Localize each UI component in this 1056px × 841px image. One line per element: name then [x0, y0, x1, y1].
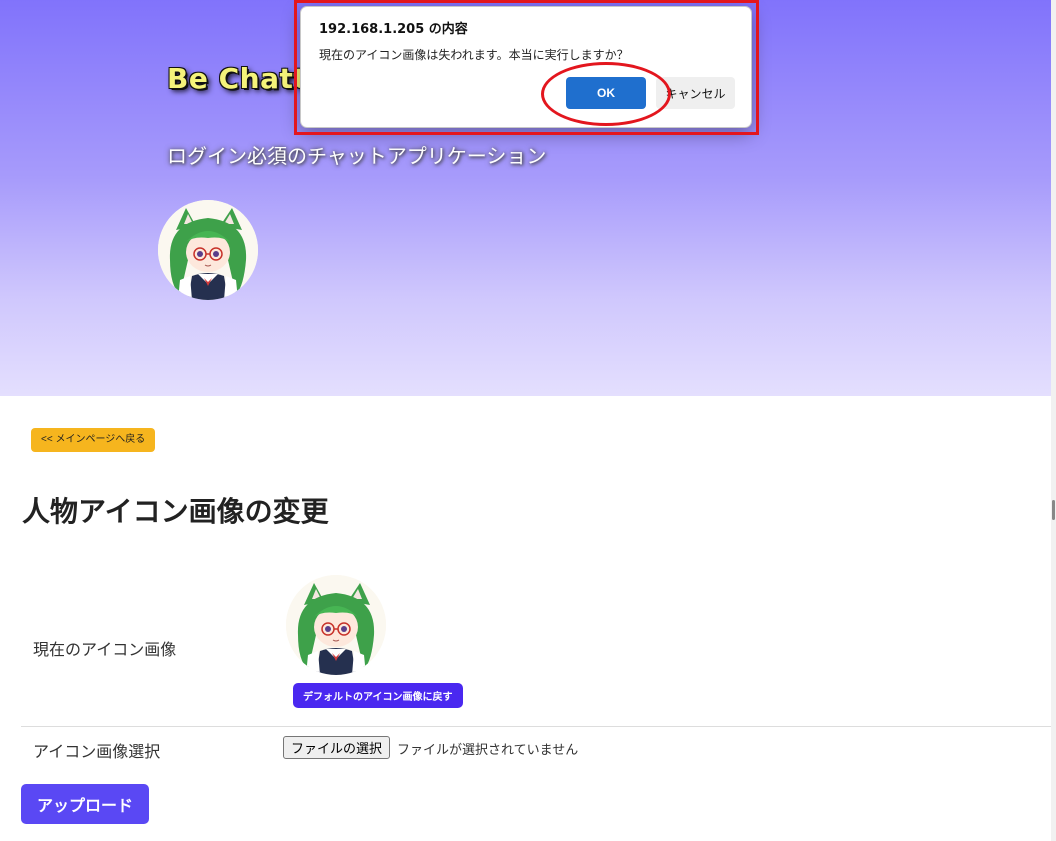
reset-default-icon-button[interactable]: デフォルトのアイコン画像に戻す — [293, 683, 463, 708]
current-avatar-icon — [286, 575, 386, 675]
header-avatar-icon — [158, 200, 258, 300]
brand-title: Be Chatt — [167, 62, 308, 95]
row-divider — [21, 726, 1051, 727]
page-title: 人物アイコン画像の変更 — [22, 495, 329, 528]
tagline: ログイン必須のチャットアプリケーション — [167, 144, 547, 168]
dialog-title: 192.168.1.205 の内容 — [319, 22, 468, 37]
page: Be Chatt ログイン必須のチャットアプリケーション << メインページへ戻… — [0, 0, 1056, 841]
anime-girl-avatar-image — [158, 200, 258, 300]
dialog-cancel-button[interactable]: キャンセル — [656, 77, 735, 109]
dialog-ok-button[interactable]: OK — [566, 77, 646, 109]
file-status-text: ファイルが選択されていません — [397, 743, 579, 758]
back-to-main-button[interactable]: << メインページへ戻る — [31, 428, 156, 452]
scrollbar-thumb[interactable] — [1052, 500, 1055, 520]
current-icon-label: 現在のアイコン画像 — [33, 640, 177, 659]
upload-button[interactable]: アップロード — [21, 784, 149, 824]
anime-girl-avatar-image — [286, 575, 386, 675]
dialog-message: 現在のアイコン画像は失われます。本当に実行しますか？ — [319, 48, 629, 62]
icon-select-label: アイコン画像選択 — [33, 742, 161, 761]
vertical-scrollbar[interactable] — [1051, 0, 1056, 841]
choose-file-button[interactable]: ファイルの選択 — [283, 736, 391, 759]
confirm-dialog: 192.168.1.205 の内容 現在のアイコン画像は失われます。本当に実行し… — [300, 6, 752, 128]
